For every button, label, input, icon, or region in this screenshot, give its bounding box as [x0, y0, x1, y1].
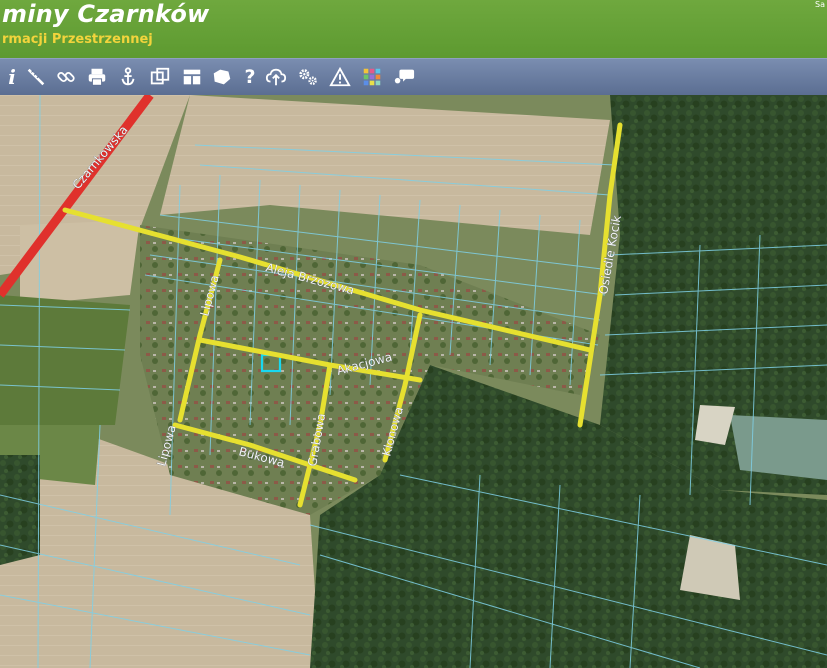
help-icon[interactable]: ?: [238, 65, 262, 89]
cloud-upload-icon[interactable]: [264, 65, 288, 89]
pasture-area: [0, 295, 130, 425]
layout-icon[interactable]: [180, 65, 204, 89]
comment-icon[interactable]: [392, 65, 416, 89]
link-icon[interactable]: [54, 65, 78, 89]
app-subtitle: rmacji Przestrzennej: [2, 32, 153, 47]
header-corner-text: Sa: [815, 0, 825, 9]
color-grid-icon[interactable]: [360, 65, 384, 89]
help-glyph: ?: [244, 66, 256, 88]
app-header: miny Czarnków rmacji Przestrzennej Sa: [0, 0, 827, 58]
settings-gears-icon[interactable]: [296, 65, 320, 89]
field-area: [20, 220, 140, 305]
shape-icon[interactable]: [210, 65, 234, 89]
map-canvas: Czarnkowska Aleja Brzozowa Lipowa Lipowa…: [0, 95, 827, 668]
app-title: miny Czarnków: [2, 0, 210, 28]
info-glyph: i: [8, 65, 16, 89]
info-icon[interactable]: i: [0, 65, 24, 89]
measure-ruler-icon[interactable]: [24, 65, 48, 89]
copy-layers-icon[interactable]: [148, 65, 172, 89]
warning-icon[interactable]: [328, 65, 352, 89]
print-icon[interactable]: [85, 65, 109, 89]
map-viewport[interactable]: Czarnkowska Aleja Brzozowa Lipowa Lipowa…: [0, 95, 827, 668]
pond: [730, 415, 827, 480]
forest-area: [0, 455, 40, 565]
anchor-icon[interactable]: [116, 65, 140, 89]
map-toolbar: i ?: [0, 58, 827, 96]
